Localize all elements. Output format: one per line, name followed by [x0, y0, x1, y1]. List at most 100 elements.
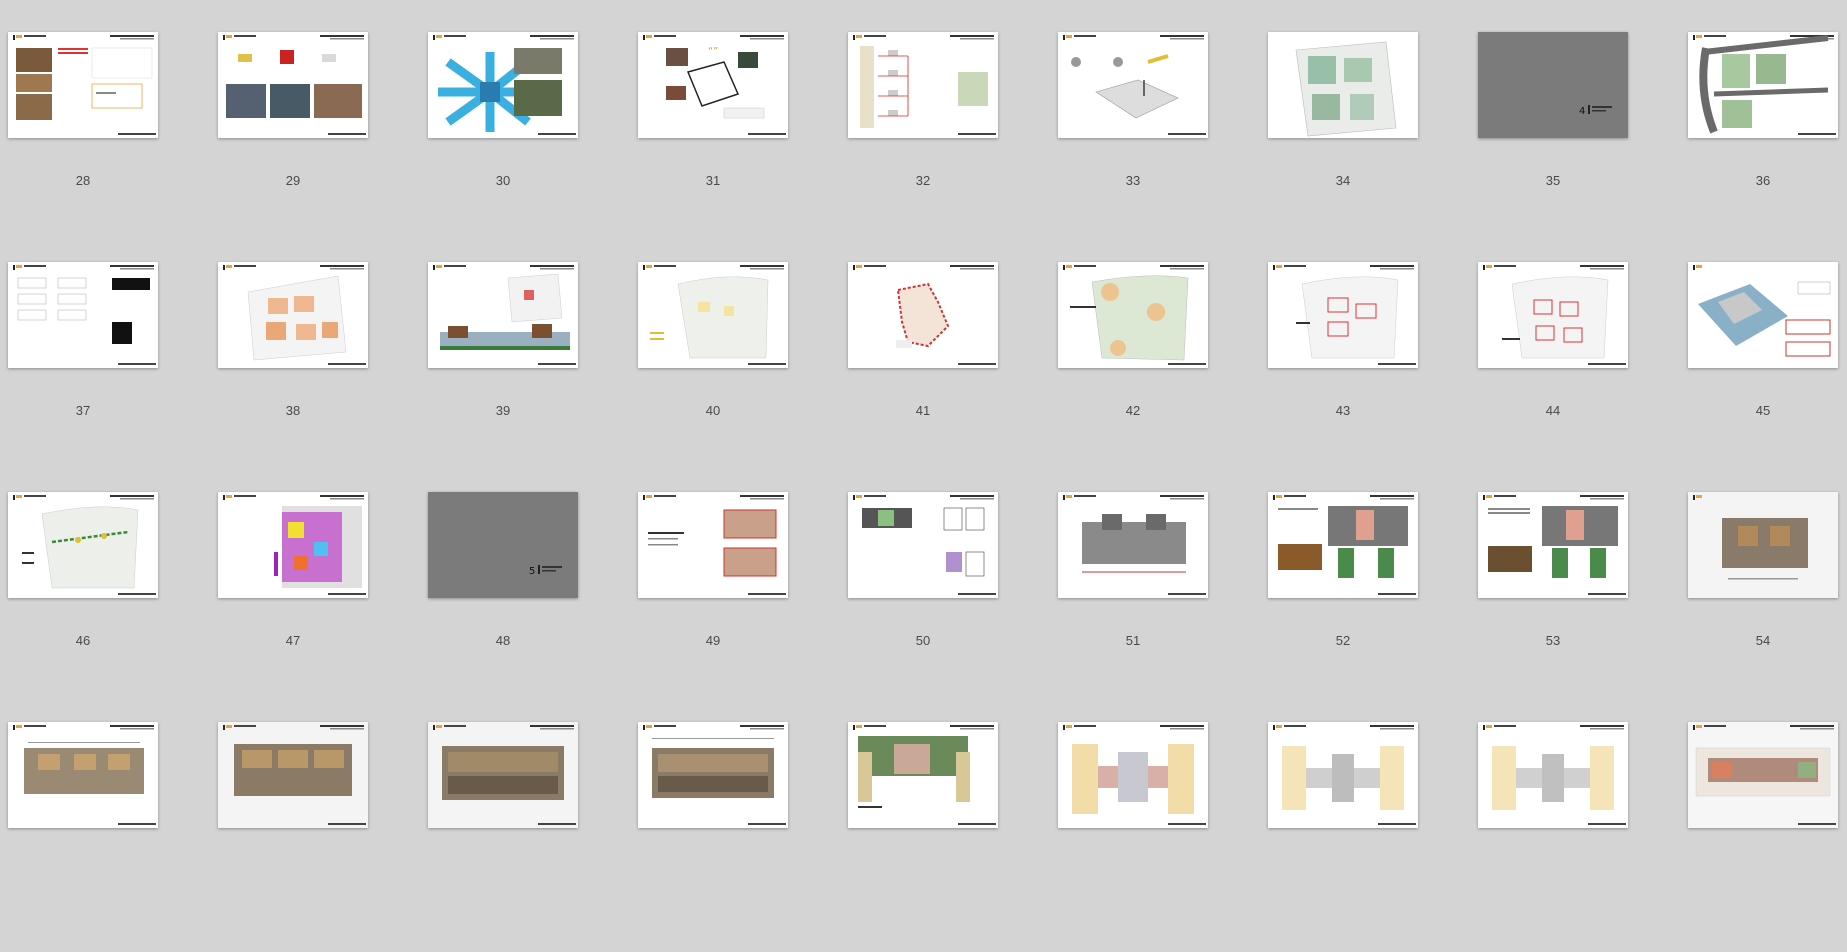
slide-thumbnail-cell[interactable]: 47 — [218, 492, 428, 722]
slide-thumbnail[interactable] — [638, 262, 788, 368]
slide-preview-graphic: “” — [643, 35, 786, 135]
slide-thumbnail[interactable] — [8, 722, 158, 828]
slide-preview-graphic — [218, 722, 368, 828]
slide-thumbnail[interactable] — [1688, 262, 1838, 368]
slide-preview-graphic — [1688, 492, 1838, 598]
slide-thumbnail-cell[interactable] — [218, 722, 428, 952]
slide-preview-graphic — [1273, 495, 1416, 595]
slide-thumbnail-cell[interactable] — [1478, 722, 1688, 952]
slide-thumbnail-cell[interactable]: 42 — [1058, 262, 1268, 492]
slide-thumbnail[interactable]: 5 — [428, 492, 578, 598]
slide-thumbnail[interactable] — [1688, 492, 1838, 598]
slide-thumbnail[interactable] — [8, 32, 158, 138]
slide-thumbnail[interactable] — [218, 32, 368, 138]
slide-thumbnail[interactable] — [1058, 32, 1208, 138]
slide-preview-graphic — [1063, 495, 1206, 595]
slide-thumbnail-cell[interactable] — [8, 722, 218, 952]
slide-thumbnail-cell[interactable] — [638, 722, 848, 952]
slide-preview-graphic — [1688, 722, 1838, 828]
slide-thumbnail[interactable] — [638, 722, 788, 828]
slide-thumbnail[interactable] — [1688, 32, 1838, 138]
slide-preview-graphic — [853, 495, 996, 595]
slide-thumbnail[interactable] — [1478, 262, 1628, 368]
slide-thumbnail-cell[interactable]: 46 — [8, 492, 218, 722]
slide-preview-graphic — [1693, 265, 1831, 357]
slide-thumbnail-cell[interactable]: 43 — [1268, 262, 1478, 492]
slide-thumbnail-cell[interactable]: 28 — [8, 32, 218, 262]
slide-preview-graphic — [643, 265, 786, 365]
slide-number-label: 38 — [285, 403, 301, 418]
slide-thumbnail[interactable] — [848, 722, 998, 828]
slide-thumbnail-cell[interactable]: 50 — [848, 492, 1058, 722]
slide-number-label: 51 — [1125, 633, 1141, 648]
slide-thumbnail-cell[interactable]: 54 — [1688, 492, 1847, 722]
slide-thumbnail-cell[interactable]: 45 — [1688, 262, 1847, 492]
slide-thumbnail-cell[interactable]: 53 — [1478, 492, 1688, 722]
slide-thumbnail[interactable]: 4 — [1478, 32, 1628, 138]
slide-thumbnail[interactable] — [218, 492, 368, 598]
slide-thumbnail[interactable] — [638, 492, 788, 598]
slide-thumbnail-cell[interactable]: 5 48 — [428, 492, 638, 722]
slide-thumbnail-cell[interactable]: 40 — [638, 262, 848, 492]
slide-thumbnail-cell[interactable]: 37 — [8, 262, 218, 492]
slide-thumbnail[interactable] — [428, 32, 578, 138]
slide-thumbnail[interactable] — [428, 722, 578, 828]
slide-thumbnail-cell[interactable]: 34 — [1268, 32, 1478, 262]
slide-number-label: 46 — [75, 633, 91, 648]
slide-thumbnail-cell[interactable] — [1058, 722, 1268, 952]
svg-text:5: 5 — [529, 566, 535, 577]
slide-thumbnail-cell[interactable]: 51 — [1058, 492, 1268, 722]
slide-preview-graphic — [853, 265, 996, 365]
slide-preview-graphic — [223, 35, 366, 135]
slide-thumbnail-cell[interactable]: 39 — [428, 262, 638, 492]
slide-thumbnail[interactable] — [1478, 722, 1628, 828]
slide-thumbnail[interactable] — [1058, 722, 1208, 828]
slide-number-label: 40 — [705, 403, 721, 418]
slide-thumbnail[interactable] — [848, 32, 998, 138]
slide-thumbnail-cell[interactable] — [1268, 722, 1478, 952]
slide-thumbnail-cell[interactable]: 29 — [218, 32, 428, 262]
slide-thumbnail[interactable] — [1058, 262, 1208, 368]
slide-number-label: 37 — [75, 403, 91, 418]
slide-preview-graphic — [13, 35, 156, 135]
slide-thumbnail-cell[interactable]: 30 — [428, 32, 638, 262]
slide-number-label: 45 — [1755, 403, 1771, 418]
slide-thumbnail-cell[interactable]: 38 — [218, 262, 428, 492]
slide-number-label: 32 — [915, 173, 931, 188]
slide-thumbnail-cell[interactable] — [848, 722, 1058, 952]
slide-thumbnail[interactable] — [218, 262, 368, 368]
slide-thumbnail[interactable] — [8, 492, 158, 598]
slide-thumbnail[interactable] — [8, 262, 158, 368]
slide-thumbnail-cell[interactable]: 44 — [1478, 262, 1688, 492]
slide-thumbnail[interactable] — [848, 262, 998, 368]
slide-thumbnail-cell[interactable]: 41 — [848, 262, 1058, 492]
slide-thumbnail[interactable] — [428, 262, 578, 368]
slide-preview-graphic — [643, 725, 786, 825]
slide-number-label: 41 — [915, 403, 931, 418]
slide-thumbnail[interactable] — [1478, 492, 1628, 598]
slide-thumbnail[interactable] — [1058, 492, 1208, 598]
slide-thumbnail[interactable] — [1268, 492, 1418, 598]
slide-thumbnail-cell[interactable]: 36 — [1688, 32, 1847, 262]
slide-thumbnail-cell[interactable]: 49 — [638, 492, 848, 722]
slide-number-label: 39 — [495, 403, 511, 418]
slide-thumbnail[interactable] — [218, 722, 368, 828]
slide-preview-graphic — [13, 265, 156, 365]
slide-thumbnail-cell[interactable]: 4 35 — [1478, 32, 1688, 262]
slide-thumbnail[interactable] — [848, 492, 998, 598]
slide-thumbnail[interactable] — [1268, 32, 1418, 138]
slide-thumbnail[interactable] — [1688, 722, 1838, 828]
slide-thumbnail[interactable] — [1268, 262, 1418, 368]
slide-thumbnail-cell[interactable]: 32 — [848, 32, 1058, 262]
slide-thumbnail-cell[interactable] — [428, 722, 638, 952]
slide-thumbnail[interactable]: “” — [638, 32, 788, 138]
slide-thumbnail-cell[interactable]: 33 — [1058, 32, 1268, 262]
slide-preview-graphic — [433, 35, 576, 135]
slide-preview-graphic — [853, 725, 996, 825]
slide-thumbnail-cell[interactable]: “” 31 — [638, 32, 848, 262]
slide-thumbnail-cell[interactable] — [1688, 722, 1847, 952]
slide-thumbnail[interactable] — [1268, 722, 1418, 828]
slide-number-label: 36 — [1755, 173, 1771, 188]
slide-preview-graphic — [433, 265, 576, 365]
slide-thumbnail-cell[interactable]: 52 — [1268, 492, 1478, 722]
